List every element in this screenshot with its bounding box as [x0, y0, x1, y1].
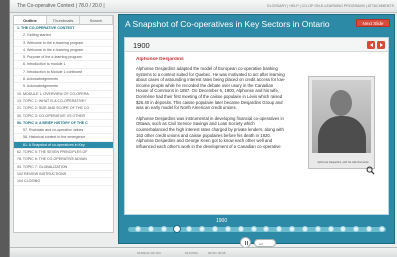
prev-arrow-icon[interactable]: [367, 41, 375, 49]
outline-item[interactable]: 102 REVIEW INSTRUCTIONS: [14, 171, 113, 179]
timeline-dot[interactable]: [314, 226, 321, 232]
timeline-dot[interactable]: [327, 226, 334, 232]
outline-item[interactable]: 10. MODULE 1: OVERVIEW OF CO-OPERA: [14, 91, 113, 98]
outline-item[interactable]: 3. Welcome to the e-learning program: [14, 40, 113, 47]
year-heading: 1900: [133, 41, 150, 50]
slide-counter: SLIDE 61 OF 104: [137, 251, 161, 255]
slide-title: A Snapshot of Co-operatives in Key Secto…: [125, 19, 330, 29]
next-slide-button[interactable]: Next Slide: [356, 19, 390, 27]
volume-control[interactable]: vol: [254, 239, 276, 247]
outline-item[interactable]: 8. Acknowledgements: [14, 76, 113, 84]
outline-item[interactable]: 58. Historical context to the emergence: [14, 134, 113, 142]
content-card: 1900 Alphonse Desjardins Alphonse Desjar…: [124, 37, 389, 215]
outline-item[interactable]: 2. Getting started: [14, 32, 113, 40]
outline-item[interactable]: 57. Rochdale and co-operative values: [14, 127, 113, 135]
outline-item[interactable]: 1. THE CO-OPERATIVE CONTEXT: [14, 25, 113, 33]
outline-item[interactable]: 7. Introduction to Module 1 continued: [14, 69, 113, 77]
subheading: Alphonse Desjardins: [136, 57, 184, 62]
magnifier-icon[interactable]: [366, 166, 375, 175]
app-title: The Co-operative Context | 78.0 / 20.0 |: [17, 3, 105, 9]
timeline-dot[interactable]: [147, 226, 154, 232]
slide-panel: A Snapshot of Co-operatives in Key Secto…: [118, 14, 395, 244]
footer-bar: SLIDE 61 OF 104 PLAYING 00:00 / 00:05: [10, 247, 397, 257]
timeline-dot[interactable]: [160, 226, 167, 232]
paragraph: Alphonse Desjardins adapted the model of…: [136, 66, 286, 111]
timeline-dot[interactable]: [224, 226, 231, 232]
outline-item[interactable]: 6. Introduction to module 1: [14, 61, 113, 69]
player-window: The Co-operative Context | 78.0 / 20.0 |…: [9, 0, 397, 257]
tab-outline[interactable]: Outline: [14, 16, 47, 24]
photo-caption: Alphonse Desjardins, with his wife Dorim…: [317, 161, 369, 164]
timeline-year-label: 1900: [216, 218, 228, 224]
next-arrow-icon[interactable]: [377, 41, 385, 49]
outline-item[interactable]: 9. Acknowledgements: [14, 83, 113, 91]
outline-item[interactable]: 5. Purpose of the e-learning program: [14, 54, 113, 62]
paragraph: Alphonse Desjardins was instrumental in …: [136, 115, 284, 149]
timeline-dot[interactable]: [173, 226, 180, 232]
timeline-dot[interactable]: [379, 226, 385, 232]
volume-label: vol: [259, 241, 263, 246]
sidebar: Outline Thumbnails Search 1. THE CO-OPER…: [13, 15, 114, 233]
outline-item[interactable]: 56. TOPIC 4: A BRIEF HISTORY OF THE C: [14, 120, 113, 128]
outline-item[interactable]: 78. TOPIC 6: THE CO-OPERATIVE ADVAN: [14, 156, 113, 164]
card-body: Alphonse Desjardins Alphonse Desjardins …: [136, 57, 286, 213]
timeline-dot[interactable]: [212, 226, 219, 232]
outline-item[interactable]: 62. TOPIC 5: THE SEVEN PRINCIPLES OF: [14, 149, 113, 157]
outline-item[interactable]: 13. TOPIC 1: WHAT IS A CO-OPERATIVE?: [14, 98, 113, 106]
outline-item[interactable]: 104 CLOSING: [14, 178, 113, 186]
sidebar-tabs: Outline Thumbnails Search: [14, 16, 113, 25]
timeline-dot[interactable]: [237, 226, 244, 232]
portrait-photo[interactable]: Alphonse Desjardins, with his wife Dorim…: [308, 76, 375, 169]
outline-item[interactable]: 4. Welcome to the e-learning program: [14, 47, 113, 55]
outline-item[interactable]: 21. TOPIC 2: SIZE AND SCOPE OF THE CO: [14, 105, 113, 113]
timeline-track: [128, 227, 386, 232]
timeline-dot[interactable]: [250, 226, 257, 232]
outline-list: 1. THE CO-OPERATIVE CONTEXT 2. Getting st…: [14, 25, 113, 186]
window-frame: The Co-operative Context | 78.0 / 20.0 |…: [0, 0, 397, 257]
timeline-dot[interactable]: [135, 226, 141, 232]
playback-status: PLAYING: [185, 251, 198, 255]
card-header: 1900: [125, 38, 388, 52]
outline-item[interactable]: 93. TOPIC 7: GLOBALIZATION: [14, 164, 113, 171]
photo-image: [312, 80, 371, 153]
outline-item[interactable]: 30. TOPIC 3: CO-OPERATIVE VS OTHER: [14, 113, 113, 120]
top-links[interactable]: GLOSSARY | HELP | CO-OP ON-E-LEARNING PR…: [267, 4, 394, 8]
tab-thumbnails[interactable]: Thumbnails: [47, 16, 80, 24]
timeline-dot[interactable]: [301, 226, 308, 232]
playback-time: 00:00 / 00:05: [208, 251, 226, 255]
top-bar: The Co-operative Context | 78.0 / 20.0 |…: [10, 0, 397, 13]
tab-search[interactable]: Search: [80, 16, 113, 24]
outline-item[interactable]: 61. A Snapshot of co-operatives in Key: [14, 141, 113, 150]
